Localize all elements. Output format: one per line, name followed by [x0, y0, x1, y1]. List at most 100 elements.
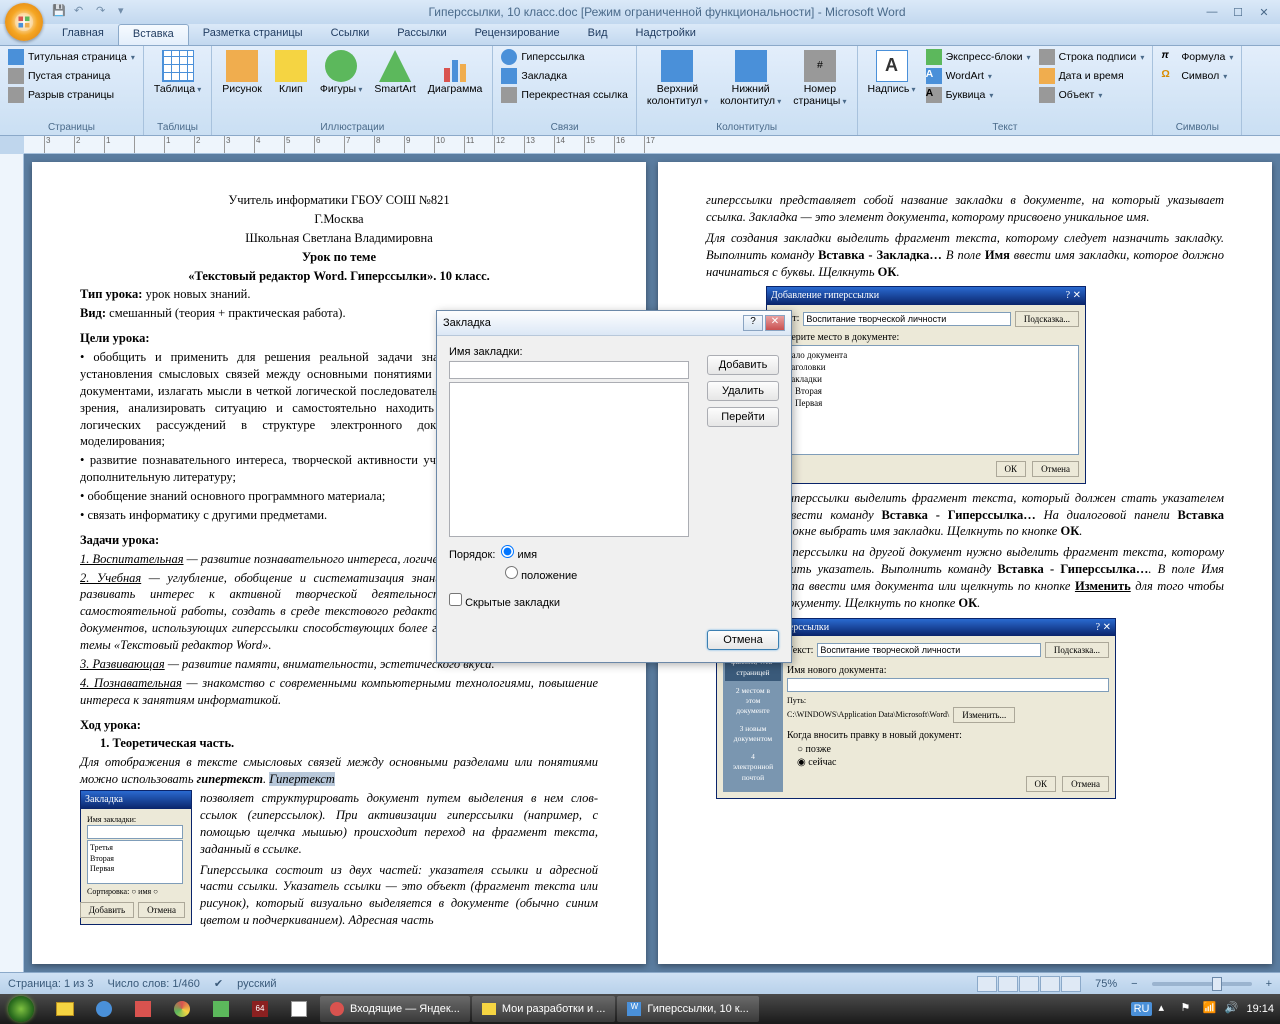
footer-button[interactable]: Нижний колонтитул	[716, 48, 785, 109]
textbox-button[interactable]: AНадпись	[864, 48, 920, 98]
office-button[interactable]	[5, 3, 43, 41]
crossref-button[interactable]: Перекрестная ссылка	[499, 86, 629, 104]
embedded-bookmark-dialog: Закладка Имя закладки: Третья Вторая Пер…	[80, 790, 192, 925]
group-headerfooter-label: Колонтитулы	[643, 120, 851, 135]
ruler-vertical[interactable]	[0, 154, 24, 972]
hyperlink-button[interactable]: Гиперссылка	[499, 48, 629, 66]
header-icon	[661, 50, 693, 82]
pin-chrome[interactable]	[163, 996, 201, 1022]
minimize-button[interactable]: —	[1200, 4, 1224, 20]
pin-ie[interactable]	[85, 996, 123, 1022]
view-buttons	[977, 976, 1081, 992]
tray-clock[interactable]: 19:14	[1246, 1003, 1274, 1015]
signature-line-button[interactable]: Строка подписи	[1037, 48, 1147, 66]
pin-app5[interactable]	[202, 996, 240, 1022]
chart-button[interactable]: Диаграмма	[424, 48, 487, 98]
tab-review[interactable]: Рецензирование	[461, 24, 574, 45]
status-words[interactable]: Число слов: 1/460	[108, 978, 200, 990]
group-tables-label: Таблицы	[150, 120, 205, 135]
cover-page-icon	[8, 49, 24, 65]
page-number-button[interactable]: #Номер страницы	[789, 48, 850, 109]
group-illustrations-label: Иллюстрации	[218, 120, 486, 135]
header-button[interactable]: Верхний колонтитул	[643, 48, 712, 109]
dialog-title: Закладка	[443, 317, 741, 329]
tab-mailings[interactable]: Рассылки	[383, 24, 460, 45]
cancel-button[interactable]: Отмена	[707, 630, 779, 650]
dialog-close-button[interactable]: ✕	[765, 315, 785, 331]
pin-app7[interactable]	[280, 996, 318, 1022]
chrome-icon	[174, 1001, 190, 1017]
zoom-out[interactable]: −	[1131, 978, 1137, 990]
task-1[interactable]: Входящие — Яндек...	[320, 996, 470, 1022]
tray-volume-icon[interactable]: 🔊	[1224, 1001, 1240, 1017]
view-fullscreen[interactable]	[998, 976, 1018, 992]
chart-icon	[439, 50, 471, 82]
view-outline[interactable]	[1040, 976, 1060, 992]
ribbon: Титульная страница Пустая страница Разры…	[0, 46, 1280, 136]
tab-insert[interactable]: Вставка	[118, 24, 189, 45]
page-break-button[interactable]: Разрыв страницы	[6, 86, 137, 104]
order-name-radio[interactable]: имя	[501, 545, 537, 561]
lesson-title: «Текстовый редактор Word. Гиперссылки». …	[80, 268, 598, 285]
bookmark-name-input[interactable]	[449, 361, 689, 379]
clipart-button[interactable]: Клип	[270, 48, 312, 98]
group-text-label: Текст	[864, 120, 1147, 135]
zoom-in[interactable]: +	[1266, 978, 1272, 990]
dialog-help-button[interactable]: ?	[743, 315, 763, 331]
pin-explorer[interactable]	[46, 996, 84, 1022]
shapes-button[interactable]: Фигуры	[316, 48, 366, 98]
zoom-level[interactable]: 75%	[1095, 978, 1117, 990]
undo-icon[interactable]: ↶	[74, 4, 90, 20]
goto-button[interactable]: Перейти	[707, 407, 779, 427]
bookmark-button[interactable]: Закладка	[499, 67, 629, 85]
start-button[interactable]	[0, 994, 42, 1024]
crossref-icon	[501, 87, 517, 103]
zoom-slider[interactable]	[1152, 982, 1252, 986]
datetime-button[interactable]: Дата и время	[1037, 67, 1147, 85]
view-print-layout[interactable]	[977, 976, 997, 992]
object-button[interactable]: Объект	[1037, 86, 1147, 104]
maximize-button[interactable]: ☐	[1226, 4, 1250, 20]
tray-network-icon[interactable]: 📶	[1202, 1001, 1218, 1017]
view-web[interactable]	[1019, 976, 1039, 992]
tray-lang[interactable]: RU	[1131, 1002, 1153, 1016]
table-button[interactable]: Таблица	[150, 48, 205, 98]
smartart-button[interactable]: SmartArt	[370, 48, 419, 98]
pin-app3[interactable]	[124, 996, 162, 1022]
delete-button[interactable]: Удалить	[707, 381, 779, 401]
equation-button[interactable]: πФормула	[1159, 48, 1235, 66]
symbol-button[interactable]: ΩСимвол	[1159, 67, 1235, 85]
qat-more-icon[interactable]: ▾	[118, 4, 134, 20]
order-position-radio[interactable]: положение	[505, 566, 577, 582]
tray-up-icon[interactable]: ▴	[1158, 1001, 1174, 1017]
close-button[interactable]: ✕	[1252, 4, 1276, 20]
smartart-icon	[379, 50, 411, 82]
bookmark-listbox[interactable]	[449, 382, 689, 537]
wordart-button[interactable]: AWordArt	[924, 67, 1033, 85]
tray-flag-icon[interactable]: ⚑	[1180, 1001, 1196, 1017]
tab-view[interactable]: Вид	[574, 24, 622, 45]
status-page[interactable]: Страница: 1 из 3	[8, 978, 94, 990]
tab-home[interactable]: Главная	[48, 24, 118, 45]
dropcap-button[interactable]: AБуквица	[924, 86, 1033, 104]
add-button[interactable]: Добавить	[707, 355, 779, 375]
picture-button[interactable]: Рисунок	[218, 48, 266, 98]
tab-page-layout[interactable]: Разметка страницы	[189, 24, 317, 45]
cover-page-button[interactable]: Титульная страница	[6, 48, 137, 66]
status-language[interactable]: русский	[237, 978, 276, 990]
tab-references[interactable]: Ссылки	[317, 24, 384, 45]
quickparts-button[interactable]: Экспресс-блоки	[924, 48, 1033, 66]
spellcheck-icon[interactable]: ✔	[214, 977, 223, 990]
save-icon[interactable]: 💾	[52, 4, 68, 20]
teacher: Учитель информатики ГБОУ СОШ №821	[80, 192, 598, 209]
picture-icon	[226, 50, 258, 82]
task-3[interactable]: WГиперссылки, 10 к...	[617, 996, 758, 1022]
hidden-bookmarks-checkbox[interactable]: Скрытые закладки	[449, 593, 560, 609]
tab-addins[interactable]: Надстройки	[622, 24, 710, 45]
task-2[interactable]: Мои разработки и ...	[472, 996, 616, 1022]
ruler-horizontal[interactable]: 3211234567891011121314151617	[24, 136, 1280, 154]
view-draft[interactable]	[1061, 976, 1081, 992]
redo-icon[interactable]: ↷	[96, 4, 112, 20]
blank-page-button[interactable]: Пустая страница	[6, 67, 137, 85]
pin-app6[interactable]: 64	[241, 996, 279, 1022]
